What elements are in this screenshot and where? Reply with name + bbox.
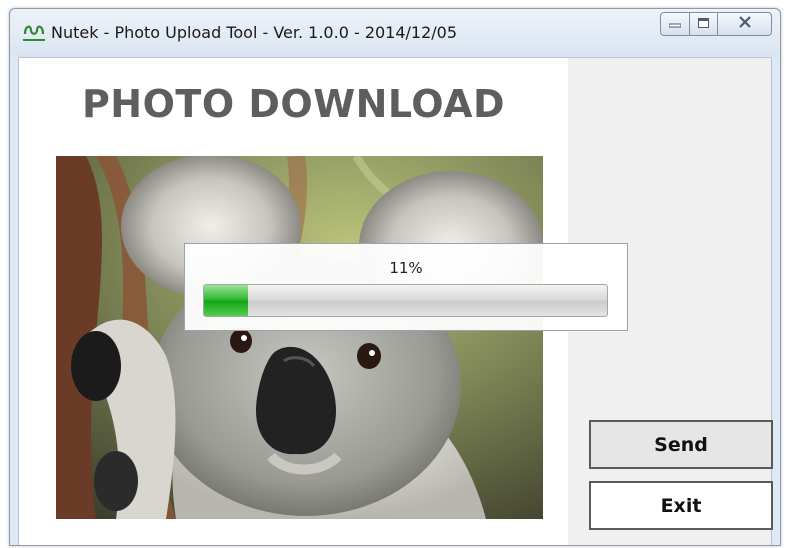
maximize-button[interactable] [690,12,718,36]
title-bar[interactable]: Nutek - Photo Upload Tool - Ver. 1.0.0 -… [10,9,780,57]
client-area: PHOTO DOWNLOAD 11% Send Exit [18,57,773,545]
app-window: Nutek - Photo Upload Tool - Ver. 1.0.0 -… [9,8,781,546]
close-icon [738,15,752,33]
window-controls [660,12,772,38]
content-pane: PHOTO DOWNLOAD 11% [19,58,628,545]
minimize-button[interactable] [660,12,690,36]
page-title: PHOTO DOWNLOAD [81,82,506,126]
koala-photo [56,156,543,519]
progress-bar [203,284,608,317]
window-title: Nutek - Photo Upload Tool - Ver. 1.0.0 -… [51,23,458,42]
close-button[interactable] [718,12,772,36]
progress-dialog: 11% [184,243,628,331]
nutek-logo-icon [23,23,45,41]
exit-button[interactable]: Exit [589,481,773,530]
maximize-icon [698,15,709,33]
send-button[interactable]: Send [589,420,773,469]
progress-percent-label: 11% [389,259,423,277]
progress-bar-fill [204,285,249,316]
minimize-icon [668,15,682,33]
